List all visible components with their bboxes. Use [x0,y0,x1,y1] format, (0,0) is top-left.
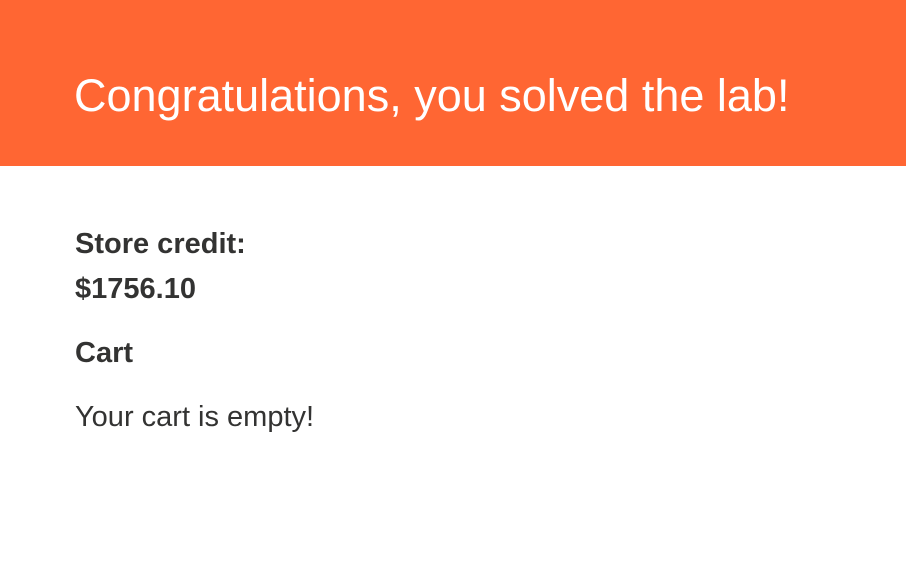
cart-empty-message: Your cart is empty! [75,401,315,433]
lab-solved-message: Congratulations, you solved the lab! [74,70,790,121]
store-credit-value: $1756.10 [75,273,196,305]
main-content: Store credit: $1756.10 Cart Your cart is… [0,166,906,572]
cart-heading: Cart [75,337,134,369]
lab-solved-banner: Congratulations, you solved the lab! [0,0,906,166]
store-credit-label: Store credit: [75,228,246,260]
